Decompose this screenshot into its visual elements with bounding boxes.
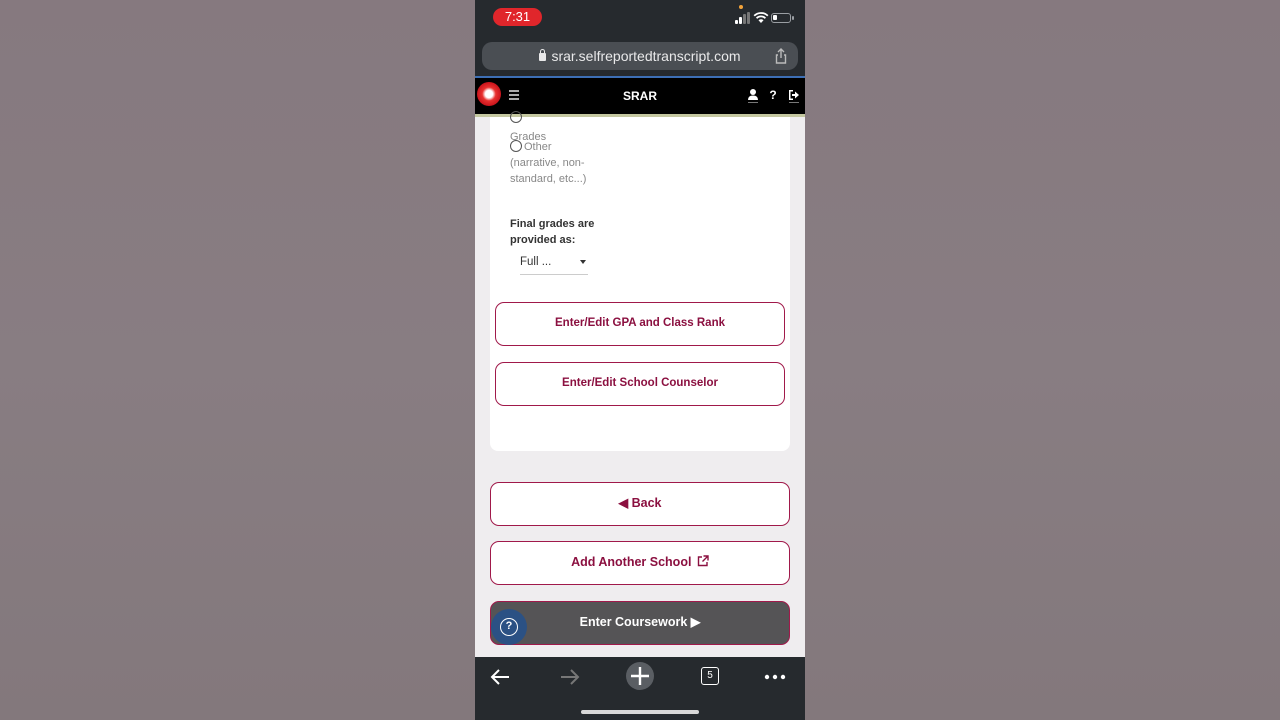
help-chat-button[interactable]: ? [491,609,527,645]
phone-screen: 7:31 srar.selfreportedtranscript.com SRA… [475,0,805,720]
school-form-card: Grades Other (narrative, non-standard, e… [490,111,790,451]
privacy-indicator [739,5,743,9]
radio-button-icon[interactable] [510,140,522,152]
external-link-icon [697,555,709,567]
background-left [0,0,475,720]
add-another-school-button[interactable]: Add Another School [490,541,790,585]
battery-icon [771,13,794,23]
url-text: srar.selfreportedtranscript.com [551,48,741,64]
browser-url-area: srar.selfreportedtranscript.com [475,36,805,78]
hamburger-menu-icon[interactable] [509,90,519,100]
help-icon[interactable]: ? [767,88,779,104]
logo[interactable] [477,82,501,106]
browser-toolbar: 5 [475,657,805,720]
tab-switcher-button[interactable]: 5 [701,667,719,685]
back-button[interactable]: ◀ Back [490,482,790,526]
share-icon[interactable] [774,48,788,64]
question-icon: ? [500,618,518,636]
background-right [805,0,1280,720]
home-indicator [581,710,699,714]
user-icon[interactable] [747,88,759,104]
app-header: SRAR ? [475,78,805,114]
back-arrow-icon[interactable] [489,665,511,689]
enter-coursework-button[interactable]: Enter Coursework ▶ [490,601,790,645]
chevron-down-icon [580,260,586,264]
add-school-label: Add Another School [571,555,692,569]
edit-counselor-button[interactable]: Enter/Edit School Counselor [495,362,785,406]
wifi-icon [753,12,769,23]
forward-arrow-icon[interactable] [559,665,581,689]
status-time: 7:31 [493,8,542,26]
radio-other[interactable]: Other (narrative, non-standard, etc...) [510,139,600,187]
edit-gpa-rank-button[interactable]: Enter/Edit GPA and Class Rank [495,302,785,346]
status-bar: 7:31 [475,0,805,36]
final-grades-value: Full ... [520,256,552,268]
radio-button-icon[interactable] [510,111,522,123]
more-options-icon[interactable] [763,665,787,689]
final-grades-label: Final grades are provided as: [510,218,595,246]
radio-other-label: Other [524,141,552,153]
lock-icon [539,49,547,61]
plus-icon [631,667,649,685]
new-tab-button[interactable] [626,662,654,690]
radio-other-description: (narrative, non-standard, etc...) [510,157,587,185]
signal-icon [735,12,751,24]
final-grades-select[interactable]: Full ... [520,253,588,275]
address-bar[interactable]: srar.selfreportedtranscript.com [482,42,798,70]
logout-icon[interactable] [788,88,800,104]
